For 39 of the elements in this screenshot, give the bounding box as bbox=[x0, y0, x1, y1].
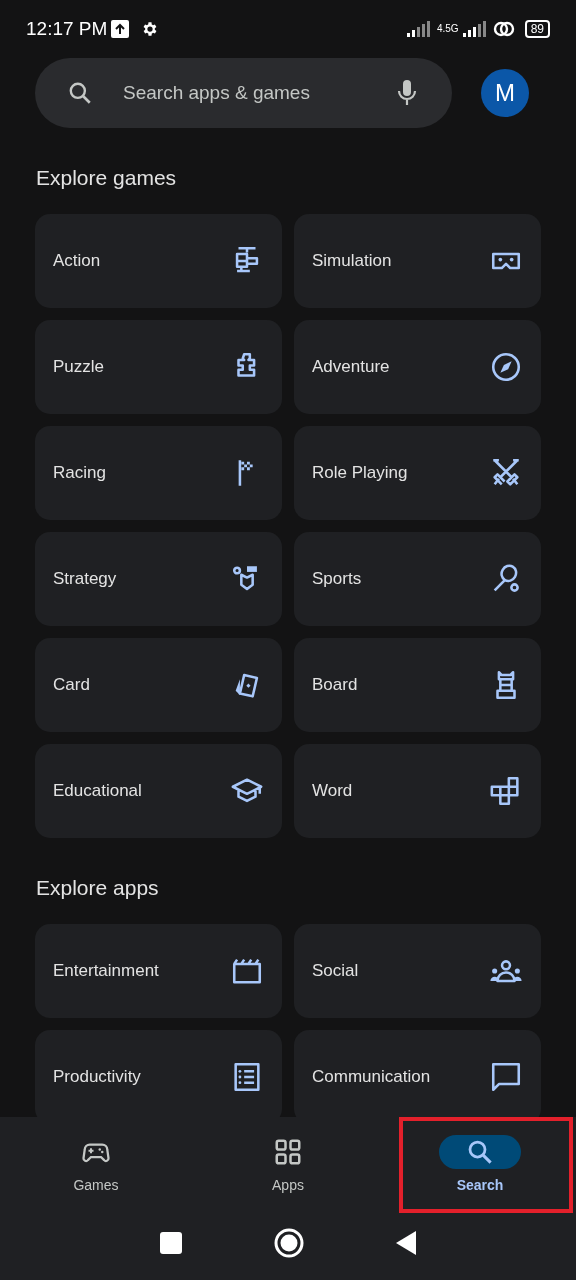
category-tile[interactable]: Word bbox=[294, 744, 541, 838]
grid-icon bbox=[273, 1137, 303, 1167]
category-tile[interactable]: Adventure bbox=[294, 320, 541, 414]
nav-tab[interactable] bbox=[439, 1135, 521, 1169]
section-heading: Explore games bbox=[36, 165, 178, 191]
compass-icon bbox=[489, 350, 523, 384]
microphone-icon[interactable] bbox=[396, 79, 418, 107]
category-tile[interactable]: Puzzle bbox=[35, 320, 282, 414]
link-icon bbox=[492, 20, 515, 38]
category-tile[interactable]: Communication bbox=[294, 1030, 541, 1117]
chat-bubble-icon bbox=[489, 1060, 523, 1094]
category-tile[interactable]: Strategy bbox=[35, 532, 282, 626]
signal-icon bbox=[406, 21, 433, 37]
signal-icon bbox=[462, 21, 489, 37]
category-tile[interactable]: Social bbox=[294, 924, 541, 1018]
search-icon bbox=[67, 80, 93, 106]
category-tile[interactable]: Role Playing bbox=[294, 426, 541, 520]
category-tile[interactable]: Racing bbox=[35, 426, 282, 520]
back-button[interactable] bbox=[396, 1231, 416, 1255]
category-tile[interactable]: Educational bbox=[35, 744, 282, 838]
category-tile[interactable]: Action bbox=[35, 214, 282, 308]
avatar[interactable]: M bbox=[481, 69, 529, 117]
nav-label[interactable]: Apps bbox=[272, 1175, 304, 1196]
category-tile[interactable]: Productivity bbox=[35, 1030, 282, 1117]
category-tile[interactable]: Card bbox=[35, 638, 282, 732]
status-time: 12:17 PM bbox=[26, 16, 108, 41]
nav-label[interactable]: Games bbox=[73, 1175, 119, 1196]
category-tile[interactable]: Sports bbox=[294, 532, 541, 626]
search-bar[interactable]: Search apps & games bbox=[35, 58, 452, 128]
nav-label[interactable]: Search bbox=[456, 1175, 504, 1196]
category-tile[interactable]: Simulation bbox=[294, 214, 541, 308]
category-tile[interactable]: Board bbox=[294, 638, 541, 732]
search-field[interactable]: Search apps & games bbox=[121, 77, 368, 109]
network-type: 4.5G bbox=[436, 24, 459, 34]
home-button[interactable] bbox=[274, 1228, 304, 1258]
category-tile[interactable]: Entertainment bbox=[35, 924, 282, 1018]
upload-icon bbox=[111, 20, 130, 38]
section-heading: Explore apps bbox=[36, 875, 160, 901]
battery-indicator: 89 bbox=[524, 20, 550, 38]
